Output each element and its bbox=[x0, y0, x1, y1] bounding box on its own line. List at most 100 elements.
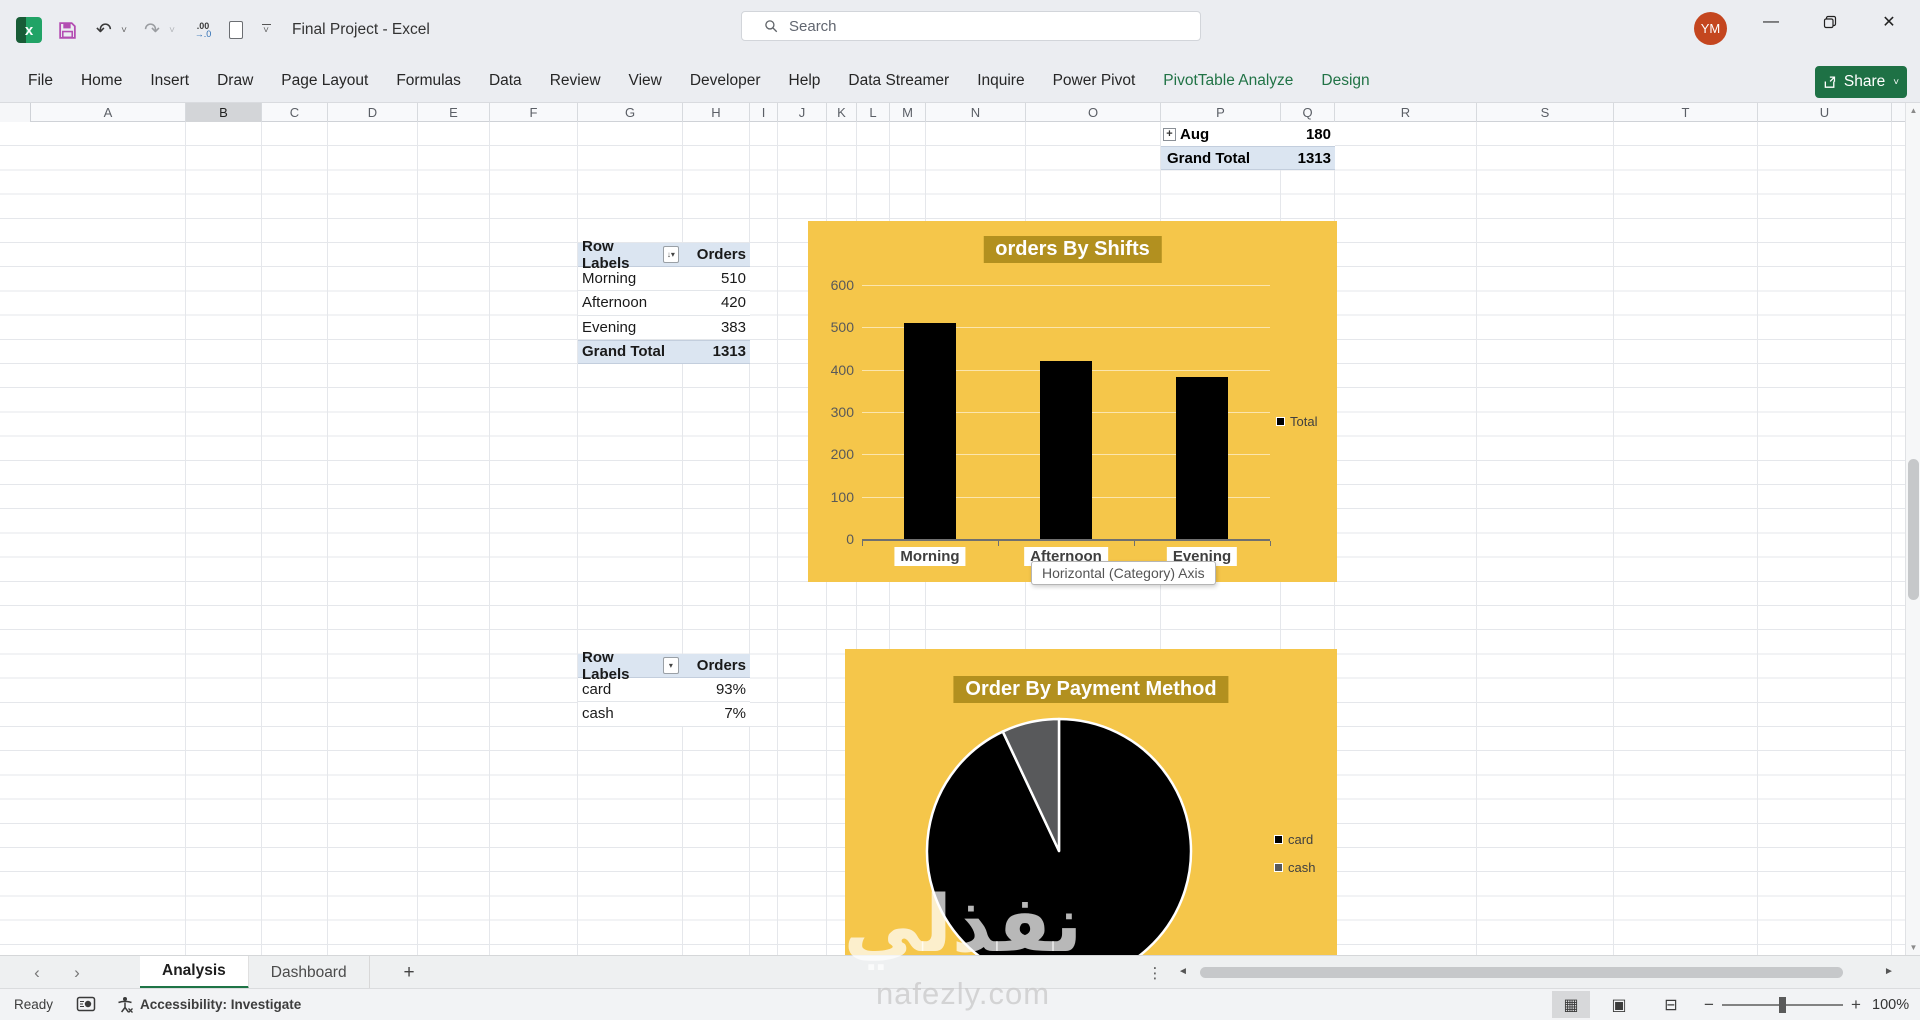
horizontal-scrollbar[interactable] bbox=[1200, 967, 1876, 979]
ribbon-tab-page-layout[interactable]: Page Layout bbox=[267, 60, 382, 102]
redo-dropdown-icon[interactable]: ˅ bbox=[164, 0, 178, 60]
ribbon-tab-home[interactable]: Home bbox=[67, 60, 136, 102]
column-header-p[interactable]: P bbox=[1161, 103, 1281, 122]
pivot-total-label[interactable]: Grand Total bbox=[578, 339, 683, 364]
search-input[interactable]: Search bbox=[741, 11, 1201, 41]
scroll-up-icon[interactable]: ▲ bbox=[1906, 106, 1920, 115]
ribbon-tab-insert[interactable]: Insert bbox=[136, 60, 203, 102]
column-header-d[interactable]: D bbox=[328, 103, 418, 122]
column-header-a[interactable]: A bbox=[31, 103, 186, 122]
pivot-row-label[interactable]: cash bbox=[578, 702, 683, 727]
hscroll-right-icon[interactable]: ► bbox=[1884, 966, 1894, 977]
ribbon-tab-pivottable-analyze[interactable]: PivotTable Analyze bbox=[1149, 60, 1307, 102]
select-all-corner[interactable] bbox=[0, 103, 31, 122]
save-icon[interactable] bbox=[52, 0, 82, 60]
avatar[interactable]: YM bbox=[1694, 12, 1727, 45]
new-file-icon[interactable] bbox=[222, 0, 250, 60]
tab-scrollbar-splitter[interactable]: ⋮ bbox=[1146, 956, 1164, 989]
column-header-j[interactable]: J bbox=[778, 103, 827, 122]
column-header-k[interactable]: K bbox=[827, 103, 857, 122]
column-header-o[interactable]: O bbox=[1026, 103, 1161, 122]
ribbon-tab-review[interactable]: Review bbox=[536, 60, 615, 102]
pivot-row[interactable]: Afternoon 420 bbox=[578, 291, 750, 316]
pivot-row-label[interactable]: Morning bbox=[578, 267, 683, 292]
share-button[interactable]: Share ˅ bbox=[1815, 66, 1907, 98]
close-button[interactable]: ✕ bbox=[1866, 0, 1912, 44]
pivot-row[interactable]: Evening 383 bbox=[578, 316, 750, 340]
column-header-i[interactable]: I bbox=[750, 103, 778, 122]
normal-view-button[interactable]: ▦ bbox=[1552, 991, 1590, 1018]
pivot-row-label[interactable]: card bbox=[578, 678, 683, 703]
pivot-table-shifts[interactable]: Row Labels ↓▾ Orders Morning 510 Afternoon 420… bbox=[578, 238, 750, 364]
sheet-tab-analysis[interactable]: Analysis bbox=[140, 956, 249, 989]
pivot-row-value[interactable]: 383 bbox=[683, 316, 750, 340]
sort-filter-icon[interactable]: ↓▾ bbox=[662, 246, 679, 264]
column-header-c[interactable]: C bbox=[262, 103, 328, 122]
sheet-tab-dashboard[interactable]: Dashboard bbox=[249, 956, 370, 989]
minimize-button[interactable]: — bbox=[1748, 0, 1794, 44]
ribbon-tab-formulas[interactable]: Formulas bbox=[382, 60, 475, 102]
ribbon-tab-inquire[interactable]: Inquire bbox=[963, 60, 1038, 102]
cell-grand-total-row[interactable]: Grand Total 1313 bbox=[1161, 146, 1335, 171]
column-header-e[interactable]: E bbox=[418, 103, 490, 122]
zoom-slider-thumb[interactable] bbox=[1779, 997, 1786, 1013]
collapse-icon[interactable]: + bbox=[1163, 127, 1176, 141]
customize-quick-access-icon[interactable]: ˅ bbox=[254, 0, 278, 60]
undo-dropdown-icon[interactable]: ˅ bbox=[116, 0, 130, 60]
ribbon-tab-data-streamer[interactable]: Data Streamer bbox=[834, 60, 963, 102]
pivot-total-value[interactable]: 1313 bbox=[683, 339, 750, 364]
zoom-in-button[interactable]: + bbox=[1845, 991, 1867, 1018]
undo-icon[interactable]: ↶ bbox=[90, 0, 118, 60]
horizontal-scrollbar-thumb[interactable] bbox=[1200, 967, 1843, 978]
pivot-table-payment[interactable]: Row Labels ▾ Orders card 93% cash 7% bbox=[578, 649, 750, 727]
accessibility-status[interactable]: Accessibility: Investigate bbox=[116, 989, 301, 1020]
column-header-f[interactable]: F bbox=[490, 103, 578, 122]
column-header-u[interactable]: U bbox=[1758, 103, 1892, 122]
pivot-row[interactable]: Morning 510 bbox=[578, 267, 750, 292]
column-header-t[interactable]: T bbox=[1614, 103, 1758, 122]
column-header-s[interactable]: S bbox=[1477, 103, 1614, 122]
cell-aug-value[interactable]: 180 bbox=[1281, 122, 1335, 147]
hscroll-left-icon[interactable]: ◄ bbox=[1178, 966, 1188, 977]
column-header-q[interactable]: Q bbox=[1281, 103, 1335, 122]
bar-morning[interactable] bbox=[904, 323, 956, 539]
column-header-r[interactable]: R bbox=[1335, 103, 1477, 122]
pie-chart[interactable] bbox=[845, 649, 1337, 955]
pivot-row[interactable]: cash 7% bbox=[578, 702, 750, 727]
filter-icon[interactable]: ▾ bbox=[662, 657, 679, 675]
cell-aug[interactable]: + Aug bbox=[1161, 122, 1281, 147]
column-header-n[interactable]: N bbox=[926, 103, 1026, 122]
macro-record-icon[interactable] bbox=[76, 995, 96, 1016]
redo-icon[interactable]: ↷ bbox=[138, 0, 166, 60]
vertical-scrollbar-thumb[interactable] bbox=[1908, 459, 1919, 600]
pivot-row-value[interactable]: 510 bbox=[683, 267, 750, 292]
pivot-row-value[interactable]: 7% bbox=[683, 702, 750, 727]
ribbon-tab-file[interactable]: File bbox=[14, 60, 67, 102]
pivot-total-row[interactable]: Grand Total 1313 bbox=[578, 339, 750, 364]
ribbon-tab-developer[interactable]: Developer bbox=[676, 60, 775, 102]
ribbon-tab-data[interactable]: Data bbox=[475, 60, 536, 102]
ribbon-tab-design[interactable]: Design bbox=[1307, 60, 1383, 102]
zoom-out-button[interactable]: − bbox=[1698, 991, 1720, 1018]
sheet-nav-left-icon[interactable]: ‹ bbox=[22, 956, 52, 989]
chart-orders-by-shifts[interactable]: orders By Shifts 0 100 200 300 400 500 600 Morni… bbox=[808, 221, 1337, 582]
page-layout-view-button[interactable]: ▣ bbox=[1600, 991, 1638, 1018]
pivot-row[interactable]: card 93% bbox=[578, 678, 750, 703]
scroll-down-icon[interactable]: ▼ bbox=[1906, 943, 1920, 952]
column-header-g[interactable]: G bbox=[578, 103, 683, 122]
pivot-row-label[interactable]: Evening bbox=[578, 316, 683, 340]
increase-decimal-icon[interactable]: .00 →.0 bbox=[186, 0, 220, 60]
column-header-h[interactable]: H bbox=[683, 103, 750, 122]
add-sheet-button[interactable]: + bbox=[395, 956, 423, 989]
column-header-b[interactable]: B bbox=[186, 103, 262, 122]
zoom-level[interactable]: 100% bbox=[1872, 989, 1909, 1020]
pivot-row-label[interactable]: Afternoon bbox=[578, 291, 683, 316]
sheet-nav-right-icon[interactable]: › bbox=[62, 956, 92, 989]
ribbon-tab-view[interactable]: View bbox=[615, 60, 676, 102]
pivot-row-value[interactable]: 93% bbox=[683, 678, 750, 703]
ribbon-tab-power-pivot[interactable]: Power Pivot bbox=[1039, 60, 1150, 102]
category-label-morning[interactable]: Morning bbox=[894, 547, 966, 566]
column-header-l[interactable]: L bbox=[857, 103, 890, 122]
column-header-m[interactable]: M bbox=[890, 103, 926, 122]
restore-button[interactable] bbox=[1807, 0, 1853, 44]
